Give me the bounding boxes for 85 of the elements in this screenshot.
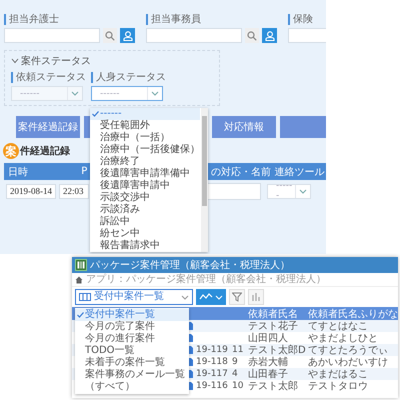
table-cell-text: 赤岩大輔 bbox=[247, 356, 289, 368]
field-label: 保険 bbox=[288, 14, 326, 25]
dropdown-option[interactable]: 後遺障害申請準備中 bbox=[90, 168, 200, 180]
section-title: 件経過記録 bbox=[20, 144, 70, 158]
table-cell-text: 19-116 bbox=[195, 380, 229, 392]
field-label: 担当弁護士 bbox=[4, 14, 140, 25]
person-button[interactable] bbox=[262, 28, 277, 43]
check-icon bbox=[77, 312, 84, 318]
scrollbar[interactable] bbox=[201, 108, 208, 252]
dropdown-option[interactable]: 今月の進行案件 bbox=[75, 333, 189, 345]
table-cell-text: やまだよしひと bbox=[307, 332, 379, 344]
dropdown-option[interactable]: 示談済み bbox=[90, 204, 200, 216]
dropdown-option[interactable]: 紛セン中 bbox=[90, 228, 200, 240]
line-chart-icon bbox=[199, 293, 213, 301]
table-cell-text: あかいわだいすけ bbox=[307, 356, 389, 368]
person-icon bbox=[264, 30, 274, 40]
graph-button[interactable] bbox=[196, 289, 226, 305]
chevron-down-icon bbox=[151, 91, 159, 96]
table-icon bbox=[79, 293, 91, 301]
dropdown-option[interactable]: 治療中（一括） bbox=[90, 132, 200, 144]
column-header: の対応・名前 bbox=[211, 166, 272, 178]
table-cell-text: 9 bbox=[231, 356, 239, 368]
table-cell-text: 11 bbox=[231, 344, 244, 356]
column-header: 依頼者氏名ふりがな bbox=[307, 308, 398, 320]
table-cell-text: 19-119 bbox=[195, 344, 229, 356]
table-cell-text: テスト花子 bbox=[247, 320, 299, 332]
column-header: 連絡ツール bbox=[274, 166, 326, 178]
dropdown-option[interactable]: 未着手の案件一覧 bbox=[75, 357, 189, 369]
bar-chart-icon bbox=[251, 292, 261, 302]
field-label: 人身ステータス bbox=[91, 72, 163, 83]
dropdown-option[interactable]: 案件事務のメール一覧 bbox=[75, 369, 189, 381]
search-icon bbox=[105, 30, 115, 40]
chevron-down-icon bbox=[299, 188, 307, 194]
dropdown-option[interactable]: 示談交渉中 bbox=[90, 192, 200, 204]
dropdown-option[interactable]: （すべて） bbox=[75, 381, 189, 393]
chevron-down-icon bbox=[71, 91, 79, 96]
view-select[interactable]: 受付中案件一覧 bbox=[75, 289, 193, 305]
table-cell-text: 19-118 bbox=[195, 356, 229, 368]
dropdown-option[interactable]: 後遺障害申請中 bbox=[90, 180, 200, 192]
window-title: パッケージ案件管理（顧客会社・税理法人） bbox=[90, 260, 290, 270]
dropdown-option[interactable]: 今月の完了案件 bbox=[75, 321, 189, 333]
time-field[interactable]: 22:03 bbox=[59, 184, 89, 198]
dropdown-option[interactable]: TODO一覧 bbox=[75, 345, 189, 357]
table-cell-text: テスト太郎 bbox=[247, 380, 299, 392]
dropdown-option[interactable]: 訴訟中 bbox=[90, 216, 200, 228]
dropdown-option[interactable]: 受付中案件一覧 bbox=[75, 309, 189, 321]
search-icon bbox=[247, 30, 257, 40]
home-icon bbox=[75, 276, 83, 284]
column-header: P bbox=[81, 166, 88, 177]
check-icon bbox=[92, 111, 99, 117]
filter-button[interactable] bbox=[229, 289, 245, 305]
table-cell-text: てすとはなこ bbox=[307, 320, 369, 332]
scroll-thumb[interactable] bbox=[202, 116, 207, 206]
dropdown-option[interactable]: 治療終了 bbox=[90, 156, 200, 168]
case-badge: 案 bbox=[3, 143, 19, 159]
field-label: 依頼ステータス bbox=[11, 72, 83, 83]
search-button[interactable] bbox=[103, 28, 117, 43]
text-field[interactable] bbox=[146, 28, 242, 43]
table-cell-text: やまだはるこ bbox=[307, 368, 369, 380]
chevron-down-icon bbox=[215, 294, 223, 300]
chart-button[interactable] bbox=[248, 289, 264, 305]
section-toggle[interactable]: 案件ステータス bbox=[11, 54, 91, 68]
table-cell-text: 19-117 bbox=[195, 368, 229, 380]
table-cell-text: てすとたろうでぃ bbox=[307, 344, 389, 356]
column-header: 依頼者氏名 bbox=[247, 308, 299, 320]
table-cell-text: 10 bbox=[231, 380, 244, 392]
table-cell-text: 山田四人 bbox=[247, 332, 289, 344]
search-button[interactable] bbox=[245, 28, 259, 43]
field-label: 担当事務員 bbox=[146, 14, 282, 25]
dropdown-option[interactable]: ------ bbox=[90, 108, 200, 120]
dropdown-option[interactable]: 報告書請求中 bbox=[90, 240, 200, 252]
dropdown-option[interactable]: 治療中（一括後健保） bbox=[90, 144, 200, 156]
app-icon bbox=[75, 259, 87, 271]
table-cell-text: テスト太郎D bbox=[247, 344, 306, 356]
table-cell-text: 4 bbox=[231, 368, 239, 380]
filter-icon bbox=[232, 292, 242, 302]
table-cell-text: 山田春子 bbox=[247, 368, 289, 380]
column-header: 日時 bbox=[7, 166, 29, 178]
person-icon bbox=[122, 30, 132, 40]
person-button[interactable] bbox=[120, 28, 135, 43]
table-cell-text: テストタロウ bbox=[307, 380, 369, 392]
date-field[interactable]: 2019-08-14 bbox=[6, 184, 56, 198]
chevron-down-icon bbox=[181, 294, 189, 300]
text-field[interactable] bbox=[4, 28, 100, 43]
dropdown-option[interactable]: 受任範囲外 bbox=[90, 120, 200, 132]
